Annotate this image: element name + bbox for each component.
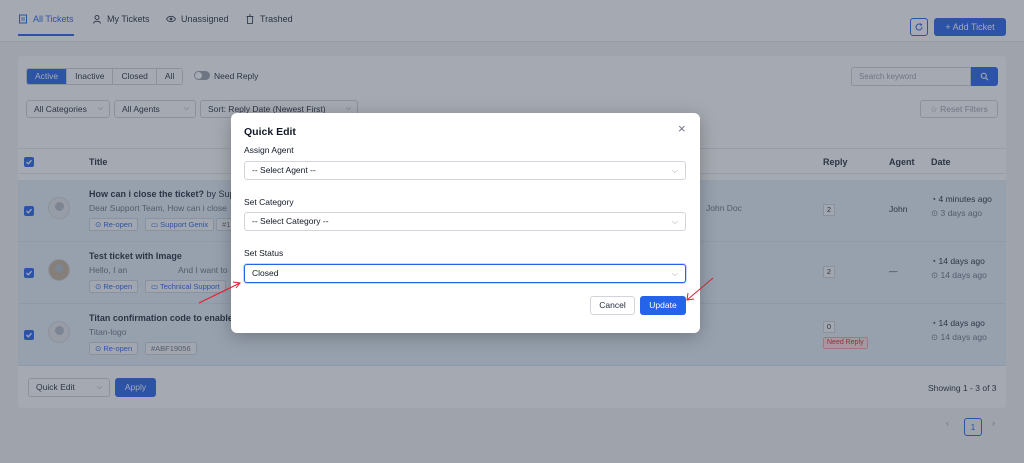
- assign-agent-select[interactable]: -- Select Agent -- ⌵: [244, 161, 686, 180]
- set-category-label: Set Category: [244, 197, 294, 207]
- set-status-select[interactable]: Closed ⌵: [244, 264, 686, 283]
- set-status-label: Set Status: [244, 248, 284, 258]
- quick-edit-modal: Quick Edit × Assign Agent -- Select Agen…: [231, 113, 700, 333]
- assign-agent-label: Assign Agent: [244, 145, 294, 155]
- set-status-value: Closed: [252, 268, 279, 278]
- update-button[interactable]: Update: [640, 296, 686, 315]
- cancel-button[interactable]: Cancel: [590, 296, 635, 315]
- set-category-select[interactable]: -- Select Category -- ⌵: [244, 212, 686, 231]
- chevron-down-icon: ⌵: [671, 269, 678, 278]
- chevron-down-icon: ⌵: [671, 166, 678, 175]
- assign-agent-value: -- Select Agent --: [252, 165, 316, 175]
- chevron-down-icon: ⌵: [671, 217, 678, 226]
- set-category-value: -- Select Category --: [252, 216, 329, 226]
- close-icon[interactable]: ×: [678, 122, 686, 135]
- modal-title: Quick Edit: [244, 126, 296, 138]
